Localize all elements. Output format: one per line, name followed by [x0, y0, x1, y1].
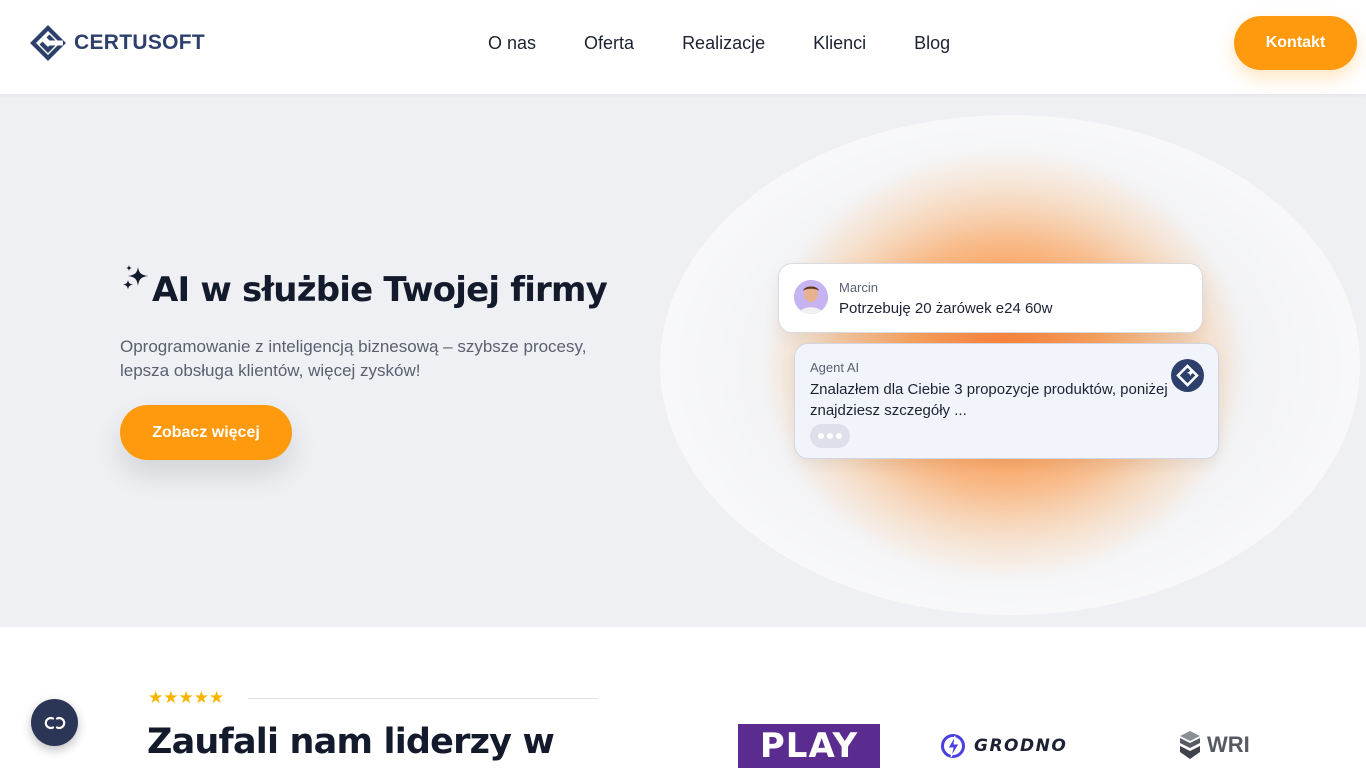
sparkle-icon: [123, 265, 148, 290]
brand-logo[interactable]: CERTUSOFT: [30, 25, 205, 61]
wri-cube-icon: [1180, 731, 1200, 759]
trust-title: Zaufali nam liderzy w: [147, 722, 555, 762]
cookie-settings-button[interactable]: [31, 699, 78, 746]
agent-logo-icon: [1171, 359, 1204, 392]
avatar: [794, 280, 828, 314]
chat-message-agent: Agent AI Znalazłem dla Ciebie 3 propozyc…: [794, 343, 1219, 459]
rating-stars: ★★★★★: [148, 688, 225, 707]
divider: [248, 698, 598, 699]
nav-item-o-nas[interactable]: O nas: [488, 30, 536, 56]
hero-subtitle: Oprogramowanie z inteligencją biznesową …: [120, 337, 587, 380]
hero-title: AI w służbie Twojej firmy: [152, 270, 608, 310]
nav-item-klienci[interactable]: Klienci: [813, 30, 866, 56]
brand-name: CERTUSOFT: [74, 31, 206, 54]
client-logo-play: PLAY: [738, 724, 880, 768]
contact-button[interactable]: Kontakt: [1234, 16, 1357, 70]
site-header: CERTUSOFT O nas Oferta Realizacje Klienc…: [0, 0, 1366, 95]
wri-logo-text: WRI: [1207, 732, 1250, 757]
chat-agent-name: Agent AI: [810, 360, 860, 375]
cookie-settings-icon: [44, 716, 65, 729]
chat-message-user: Marcin Potrzebuję 20 żarówek e24 60w: [778, 263, 1203, 333]
chat-user-message: Potrzebuję 20 żarówek e24 60w: [839, 300, 1053, 317]
client-logo-grodno: GRODNO: [940, 733, 1067, 759]
certusoft-logo-icon: [30, 25, 66, 61]
client-logo-wri: WRI: [1178, 730, 1250, 760]
hero-section: AI w służbie Twojej firmy Oprogramowanie…: [0, 95, 1366, 627]
grodno-logo-text: GRODNO: [974, 736, 1068, 756]
nav-item-oferta[interactable]: Oferta: [584, 30, 634, 56]
nav-item-blog[interactable]: Blog: [914, 30, 950, 56]
chat-user-name: Marcin: [839, 280, 879, 295]
user-avatar-icon: [794, 280, 828, 314]
chat-agent-message: Znalazłem dla Ciebie 3 propozycje produk…: [810, 381, 1168, 419]
see-more-button[interactable]: Zobacz więcej: [120, 405, 292, 460]
typing-indicator-icon: [810, 424, 850, 448]
nav-item-realizacje[interactable]: Realizacje: [682, 30, 765, 56]
main-nav: O nas Oferta Realizacje Klienci Blog: [488, 30, 950, 56]
grodno-bolt-icon: [941, 734, 965, 758]
